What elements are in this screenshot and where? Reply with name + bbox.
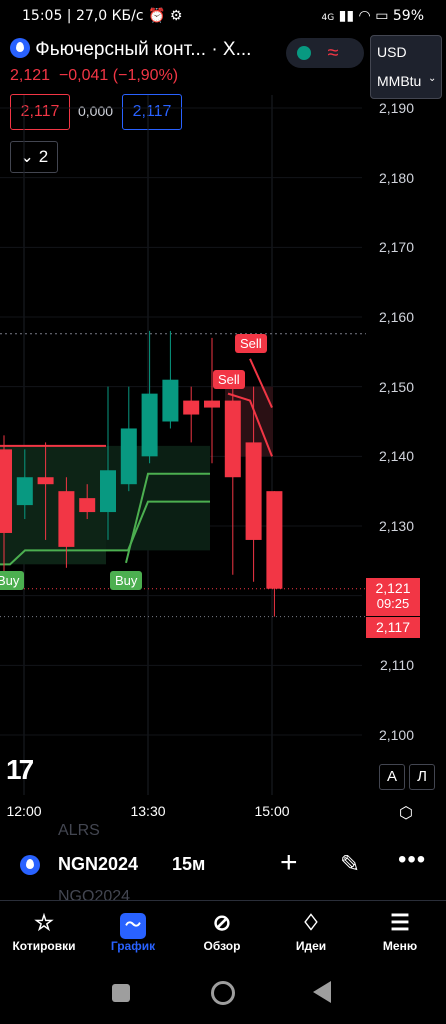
settings-icon: ⚙ bbox=[169, 8, 183, 24]
interval-select[interactable]: 15м bbox=[172, 854, 205, 875]
bar-countdown: 09:25 bbox=[376, 596, 410, 611]
currency-select[interactable]: USD bbox=[377, 44, 407, 60]
more-icon[interactable]: ••• bbox=[398, 846, 426, 874]
symbol-name[interactable]: NGN2024 bbox=[58, 854, 138, 875]
price-tick: 2,170 bbox=[378, 239, 414, 256]
network-label: 4G bbox=[321, 13, 335, 23]
fire-icon bbox=[20, 855, 40, 875]
plus-icon[interactable]: + bbox=[280, 846, 298, 880]
status-speed: 27,0 КБ/с bbox=[75, 8, 144, 24]
candle-body bbox=[141, 393, 158, 457]
tradingview-logo: 17 bbox=[6, 754, 34, 785]
time-tick: 12:00 bbox=[6, 803, 42, 819]
last-price-tag: 2,121 09:25 bbox=[366, 578, 420, 616]
symbol-title: Фьючерсный конт... · X... bbox=[35, 39, 252, 60]
pencil-icon[interactable]: ✎ bbox=[340, 850, 360, 879]
time-axis-settings-icon[interactable]: ⬡ bbox=[397, 803, 415, 822]
currency-unit-panel[interactable]: USD MMBtu ⌄ bbox=[370, 35, 442, 99]
bottom-navigation: ☆ Котировки 〜 График ⊘ Обзор ♢ Идеи ☰ Ме… bbox=[0, 900, 446, 965]
candle-body bbox=[120, 428, 137, 485]
battery-level: 59% bbox=[392, 8, 424, 24]
price-change: −0,041 (−1,90%) bbox=[58, 67, 179, 84]
candle-body bbox=[224, 400, 241, 478]
sell-signal-label: Sell bbox=[235, 334, 267, 353]
price-tick: 2,130 bbox=[378, 518, 414, 534]
log-scale-button[interactable]: Л bbox=[409, 764, 435, 790]
prev-symbol-hint: ALRS bbox=[58, 822, 100, 839]
nav-ideas[interactable]: ♢ Идеи bbox=[271, 907, 351, 953]
nav-quotes[interactable]: ☆ Котировки bbox=[4, 907, 84, 953]
unit-select[interactable]: MMBtu bbox=[377, 73, 421, 89]
status-time: 15:05 bbox=[22, 8, 63, 24]
price-tick: 2,100 bbox=[378, 727, 414, 743]
time-tick: 15:00 bbox=[254, 803, 290, 819]
lightbulb-icon: ♢ bbox=[301, 910, 321, 935]
symbol-toolbar: ALRS NGQ2024 NGN2024 15м + ✎ ••• bbox=[0, 822, 446, 900]
nav-menu[interactable]: ☰ Меню bbox=[360, 907, 440, 953]
candle-body bbox=[100, 470, 116, 513]
status-bar: 15:05 | 27,0 КБ/с ⏰ ⚙ 4G ▮▮ ◠ ▭ 59% bbox=[22, 8, 424, 24]
candle-body bbox=[58, 491, 75, 547]
buy-signal-label: Buy bbox=[110, 571, 143, 590]
candle-body bbox=[0, 449, 12, 533]
candle-body bbox=[266, 491, 283, 589]
chevron-down-icon: ⌄ bbox=[428, 73, 437, 84]
auto-scale-button[interactable]: A bbox=[379, 764, 405, 790]
last-price: 2,121 bbox=[10, 67, 51, 84]
candle-body bbox=[162, 379, 179, 422]
signal-icon: ▮▮ bbox=[338, 8, 355, 24]
price-tick: 2,150 bbox=[378, 378, 414, 395]
home-icon[interactable] bbox=[211, 981, 235, 1005]
bid-price-tag: 2,117 bbox=[366, 617, 420, 638]
next-symbol-hint: NGQ2024 bbox=[58, 888, 131, 900]
candle-body bbox=[16, 477, 33, 506]
battery-icon: ▭ bbox=[375, 8, 389, 24]
price-row: 2,121 −0,041 (−1,90%) bbox=[10, 67, 178, 85]
price-tick: 2,180 bbox=[378, 169, 414, 186]
candle-body bbox=[183, 400, 200, 415]
market-open-icon bbox=[297, 46, 311, 60]
price-tick: 2,110 bbox=[380, 657, 414, 674]
candle-body bbox=[204, 400, 220, 408]
price-tick: 2,140 bbox=[378, 448, 414, 465]
time-tick: 13:30 bbox=[130, 803, 166, 819]
alarm-icon: ⏰ bbox=[148, 8, 166, 24]
compass-icon: ⊘ bbox=[212, 910, 232, 935]
back-icon[interactable] bbox=[313, 981, 331, 1003]
fire-icon bbox=[10, 38, 30, 58]
nav-overview[interactable]: ⊘ Обзор bbox=[182, 907, 262, 953]
delayed-data-icon: ≈ bbox=[327, 42, 339, 64]
price-tick: 2,190 bbox=[378, 100, 414, 116]
menu-icon: ☰ bbox=[390, 910, 410, 935]
star-icon: ☆ bbox=[34, 910, 54, 935]
sell-signal-label: Sell bbox=[213, 370, 245, 389]
buy-signal-label: Buy bbox=[0, 571, 25, 590]
candle-body bbox=[79, 498, 96, 513]
recents-icon[interactable] bbox=[112, 984, 130, 1002]
system-navigation bbox=[0, 964, 446, 1024]
candle-body bbox=[245, 442, 262, 540]
price-tick: 2,160 bbox=[378, 309, 414, 325]
candle-body bbox=[37, 477, 54, 485]
nav-chart[interactable]: 〜 График bbox=[93, 907, 173, 953]
chart-icon: 〜 bbox=[120, 913, 146, 939]
wifi-icon: ◠ bbox=[358, 8, 371, 24]
